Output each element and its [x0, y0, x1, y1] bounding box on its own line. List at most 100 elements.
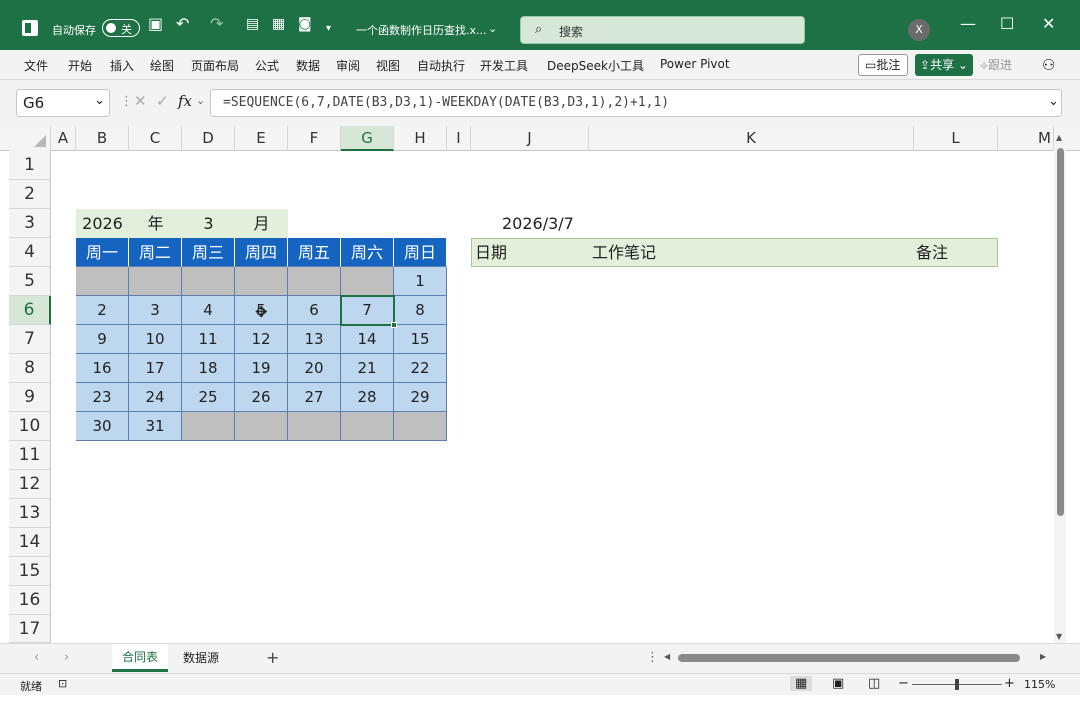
scroll-down-icon[interactable]: ▼ — [1056, 632, 1062, 641]
col-header-i[interactable]: I — [447, 126, 471, 151]
share-button[interactable]: ⇪共享 ⌄ — [915, 54, 973, 76]
maximize-icon[interactable]: ☐ — [1000, 16, 1014, 32]
camera-icon[interactable]: ◙ — [298, 16, 312, 32]
notes-header-date[interactable]: 日期 — [475, 238, 507, 267]
calendar-day-cell[interactable]: 3 — [129, 296, 182, 325]
formula-input[interactable]: =SEQUENCE(6,7,DATE(B3,D3,1)-WEEKDAY(DATE… — [210, 89, 1062, 117]
calendar-day-cell[interactable]: 22 — [394, 354, 447, 383]
calendar-day-cell[interactable]: 18 — [182, 354, 235, 383]
close-icon[interactable]: ✕ — [1042, 16, 1055, 32]
row-header-15[interactable]: 15 — [9, 557, 51, 586]
undo-icon[interactable]: ↶ — [176, 16, 189, 32]
fill-handle[interactable] — [391, 322, 397, 328]
weekday-header-sat[interactable]: 周六 — [341, 238, 394, 267]
fx-chevron-icon[interactable]: ⌄ — [196, 94, 205, 107]
tab-draw[interactable]: 绘图 — [150, 57, 174, 74]
more-options-icon[interactable]: ⋮ — [120, 94, 133, 109]
col-header-h[interactable]: H — [394, 126, 447, 151]
calendar-day-cell[interactable]: 31 — [129, 412, 182, 441]
tab-developer[interactable]: 开发工具 — [480, 57, 528, 74]
tab-view[interactable]: 视图 — [376, 57, 400, 74]
calendar-day-cell[interactable]: 24 — [129, 383, 182, 412]
calendar-day-cell[interactable]: 26 — [235, 383, 288, 412]
tab-data[interactable]: 数据 — [296, 57, 320, 74]
row-header-4[interactable]: 4 — [9, 238, 51, 267]
comment-button[interactable]: ▭批注 — [858, 54, 908, 76]
col-header-g[interactable]: G — [341, 126, 394, 151]
tab-formulas[interactable]: 公式 — [255, 57, 279, 74]
calendar-empty-cell[interactable] — [288, 412, 341, 441]
calendar-day-cell[interactable]: 21 — [341, 354, 394, 383]
weekday-header-tue[interactable]: 周二 — [129, 238, 182, 267]
row-header-16[interactable]: 16 — [9, 586, 51, 615]
sheet-tab-datasource[interactable]: 数据源 — [172, 644, 230, 672]
tab-power-pivot[interactable]: Power Pivot — [660, 57, 730, 71]
tab-automate[interactable]: 自动执行 — [417, 57, 465, 74]
name-box-chevron-icon[interactable]: ⌄ — [94, 93, 105, 108]
col-header-l[interactable]: L — [914, 126, 998, 151]
page-layout-view-icon[interactable]: ▣ — [832, 676, 844, 691]
accessibility-icon[interactable]: ⊡ — [58, 677, 67, 690]
search-input[interactable]: ⌕ 搜索 — [520, 16, 805, 44]
row-header-1[interactable]: 1 — [9, 151, 51, 180]
calendar-day-cell[interactable]: 10 — [129, 325, 182, 354]
row-header-6[interactable]: 6 — [9, 296, 51, 325]
person-icon[interactable]: ⚇ — [1042, 56, 1055, 74]
notes-header-work[interactable]: 工作笔记 — [592, 238, 656, 267]
zoom-in-icon[interactable]: + — [1004, 676, 1015, 691]
calendar-day-cell[interactable]: 16 — [76, 354, 129, 383]
col-header-b[interactable]: B — [76, 126, 129, 151]
tab-page-layout[interactable]: 页面布局 — [191, 57, 239, 74]
calendar-day-cell[interactable]: 27 — [288, 383, 341, 412]
calendar-day-cell[interactable]: 19 — [235, 354, 288, 383]
col-header-a[interactable]: A — [51, 126, 76, 151]
row-header-2[interactable]: 2 — [9, 180, 51, 209]
tab-review[interactable]: 审阅 — [336, 57, 360, 74]
col-header-m[interactable]: M — [998, 126, 1054, 151]
calendar-empty-cell[interactable] — [182, 267, 235, 296]
calendar-day-cell[interactable]: 13 — [288, 325, 341, 354]
col-header-c[interactable]: C — [129, 126, 182, 151]
row-header-5[interactable]: 5 — [9, 267, 51, 296]
redo-icon[interactable]: ↷ — [210, 16, 223, 32]
calendar-empty-cell[interactable] — [394, 412, 447, 441]
customize-icon[interactable]: ▾ — [326, 21, 331, 37]
row-header-3[interactable]: 3 — [9, 209, 51, 238]
avatar[interactable]: X — [908, 19, 930, 41]
calendar-day-cell[interactable]: 30 — [76, 412, 129, 441]
calendar-day-cell[interactable]: 7 — [341, 296, 394, 325]
autosave-toggle[interactable]: 关 — [102, 19, 140, 37]
weekday-header-thu[interactable]: 周四 — [235, 238, 288, 267]
calendar-day-cell[interactable]: 12 — [235, 325, 288, 354]
zoom-level[interactable]: 115% — [1024, 678, 1055, 691]
hscroll-right-icon[interactable]: ▶ — [1040, 652, 1046, 661]
calendar-empty-cell[interactable] — [341, 267, 394, 296]
row-header-9[interactable]: 9 — [9, 383, 51, 412]
calendar-day-cell[interactable]: 14 — [341, 325, 394, 354]
prev-sheet-icon[interactable]: ‹ — [34, 650, 39, 665]
col-header-k[interactable]: K — [589, 126, 914, 151]
row-header-8[interactable]: 8 — [9, 354, 51, 383]
hscroll-left-icon[interactable]: ◀ — [664, 652, 670, 661]
insert-function-icon[interactable]: fx — [178, 92, 192, 110]
calendar-day-cell[interactable]: 25 — [182, 383, 235, 412]
row-header-10[interactable]: 10 — [9, 412, 51, 441]
calendar-day-cell[interactable]: 15 — [394, 325, 447, 354]
weekday-header-fri[interactable]: 周五 — [288, 238, 341, 267]
weekday-header-sun[interactable]: 周日 — [394, 238, 447, 267]
confirm-icon[interactable]: ✓ — [156, 92, 169, 110]
expand-formula-icon[interactable]: ⌄ — [1048, 94, 1059, 109]
calendar-day-cell[interactable]: 9 — [76, 325, 129, 354]
vertical-scroll-thumb[interactable] — [1057, 148, 1064, 516]
select-all-corner[interactable] — [9, 126, 51, 151]
normal-view-icon[interactable]: ▦ — [790, 676, 813, 691]
file-icon[interactable]: ▤ — [246, 16, 259, 32]
calendar-day-cell[interactable]: 23 — [76, 383, 129, 412]
col-header-j[interactable]: J — [471, 126, 589, 151]
col-header-f[interactable]: F — [288, 126, 341, 151]
row-header-17[interactable]: 17 — [9, 615, 51, 643]
cancel-icon[interactable]: ✕ — [134, 92, 147, 110]
calendar-empty-cell[interactable] — [235, 267, 288, 296]
calendar-day-cell[interactable]: 4 — [182, 296, 235, 325]
tab-home[interactable]: 开始 — [68, 57, 92, 74]
